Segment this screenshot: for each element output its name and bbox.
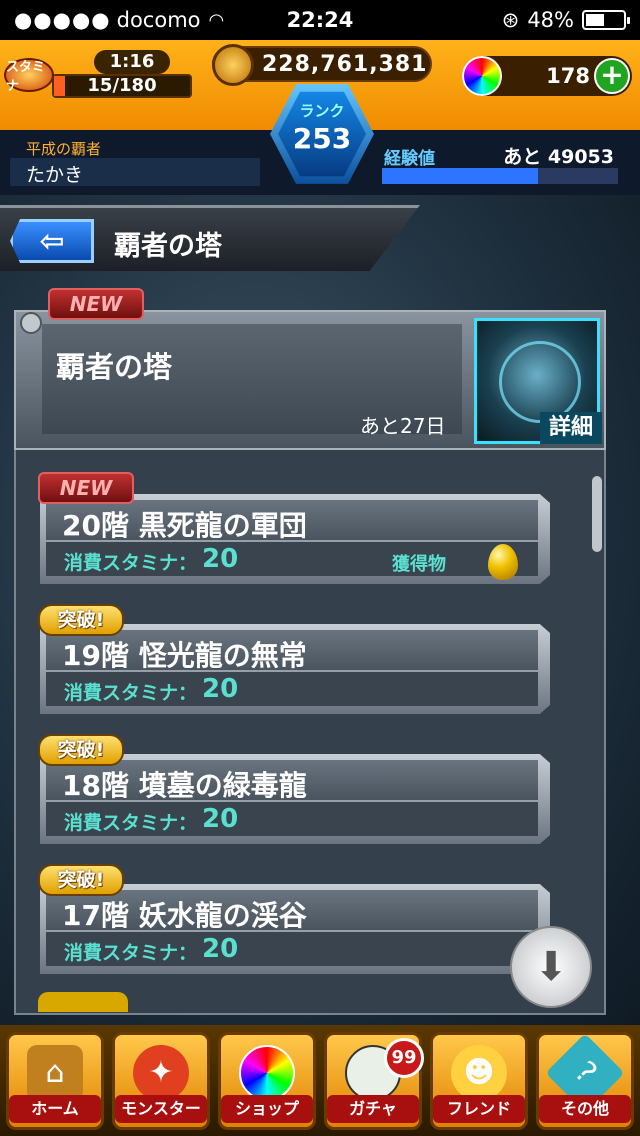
rank-label: ランク [299, 102, 345, 120]
stamina-bar: 15/180 [52, 74, 192, 98]
cleared-badge: 突破! [38, 864, 124, 896]
floor-name: 17階 妖水龍の渓谷 [62, 899, 307, 932]
monster-icon: ✦ [133, 1045, 189, 1101]
add-orb-button[interactable]: + [594, 58, 630, 94]
egg-icon [488, 544, 518, 580]
stamina-cost-value: 20 [202, 674, 239, 704]
cleared-badge-partial [38, 992, 128, 1012]
exp-fill [382, 168, 538, 184]
event-name: 覇者の塔 [56, 350, 173, 384]
floor-row[interactable]: 18階 墳墓の緑毒龍 消費スタミナ： 20 [40, 754, 550, 844]
orb-value: 178 [546, 64, 590, 88]
floor-row[interactable]: 20階 黒死龍の軍団 消費スタミナ： 20 獲得物 [40, 494, 550, 584]
rotation-lock-icon: ⊛ [501, 8, 520, 32]
rank-value: 253 [292, 122, 352, 155]
coin-value: 228,761,381 [262, 52, 428, 77]
stamina-cost-value: 20 [202, 544, 239, 574]
tab-label: フレンド [433, 1095, 525, 1123]
floor-name: 19階 怪光龍の無常 [62, 639, 307, 672]
signal-icon: ●●●●● [14, 8, 111, 32]
new-badge: NEW [38, 472, 134, 504]
tab-other[interactable]: ? その他 [536, 1032, 634, 1130]
status-bar: ●●●●● docomo ◠ 22:24 ⊛ 48% [0, 0, 640, 40]
tab-label: ホーム [9, 1095, 101, 1123]
floor-row[interactable]: 19階 怪光龍の無常 消費スタミナ： 20 [40, 624, 550, 714]
tab-label: ガチャ [327, 1095, 419, 1123]
scroll-down-button[interactable]: ⬇ [510, 926, 592, 1008]
battery-percent: 48% [527, 8, 574, 32]
tab-label: モンスター [115, 1095, 207, 1123]
wifi-icon: ◠ [208, 9, 225, 31]
back-button[interactable]: ⇦ [10, 219, 94, 263]
player-name: たかき [26, 164, 84, 186]
stamina-value: 15/180 [87, 75, 157, 96]
stamina-icon: スタミナ [4, 58, 54, 94]
tab-friend[interactable]: ☻ フレンド [430, 1032, 528, 1130]
stamina-cost-label: 消費スタミナ： [64, 552, 198, 574]
stamina-box[interactable]: 1:16 15/180 [52, 48, 202, 102]
player-title: 平成の覇者 [26, 140, 102, 158]
floor-name: 20階 黒死龍の軍団 [62, 509, 307, 542]
floor-name: 18階 墳墓の緑毒龍 [62, 769, 307, 802]
friend-icon: ☻ [451, 1045, 507, 1101]
detail-button[interactable]: 詳細 [540, 412, 602, 444]
stamina-timer: 1:16 [94, 50, 170, 74]
tab-label: その他 [539, 1095, 631, 1123]
coin-counter: 228,761,381 [212, 44, 432, 86]
tab-monster[interactable]: ✦ モンスター [112, 1032, 210, 1130]
battery-icon [582, 10, 630, 30]
new-badge: NEW [48, 288, 144, 320]
coin-icon [212, 44, 254, 86]
tab-home[interactable]: ⌂ ホーム [6, 1032, 104, 1130]
stamina-cost-value: 20 [202, 804, 239, 834]
scrollbar[interactable] [592, 476, 602, 552]
pin-icon [20, 312, 42, 334]
event-remaining: あと27日 [360, 414, 446, 438]
back-arrow-icon: ⇦ [39, 223, 65, 259]
exp-label: 経験値 [384, 149, 435, 169]
carrier-name: docomo [116, 8, 201, 32]
stamina-label: スタミナ [6, 60, 46, 94]
stamina-cost-label: 消費スタミナ： [64, 942, 198, 964]
orb-counter[interactable]: 178 + [462, 56, 632, 96]
stamina-cost-label: 消費スタミナ： [64, 682, 198, 704]
reward-label: 獲得物 [392, 554, 446, 575]
cleared-badge: 突破! [38, 604, 124, 636]
stamina-cost-value: 20 [202, 934, 239, 964]
exp-bar [382, 168, 618, 184]
page-title: 覇者の塔 [114, 231, 222, 262]
cleared-badge: 突破! [38, 734, 124, 766]
orb-shop-icon [239, 1045, 295, 1101]
floor-row[interactable]: 17階 妖水龍の渓谷 消費スタミナ： 20 [40, 884, 550, 974]
tab-label: ショップ [221, 1095, 313, 1123]
home-icon: ⌂ [27, 1045, 83, 1101]
orb-icon [462, 56, 502, 96]
stamina-cost-label: 消費スタミナ： [64, 812, 198, 834]
exp-remaining: あと 49053 [503, 146, 614, 168]
download-arrow-icon: ⬇ [534, 944, 568, 990]
gacha-count-badge: 99 [384, 1038, 424, 1078]
tab-shop[interactable]: ショップ [218, 1032, 316, 1130]
